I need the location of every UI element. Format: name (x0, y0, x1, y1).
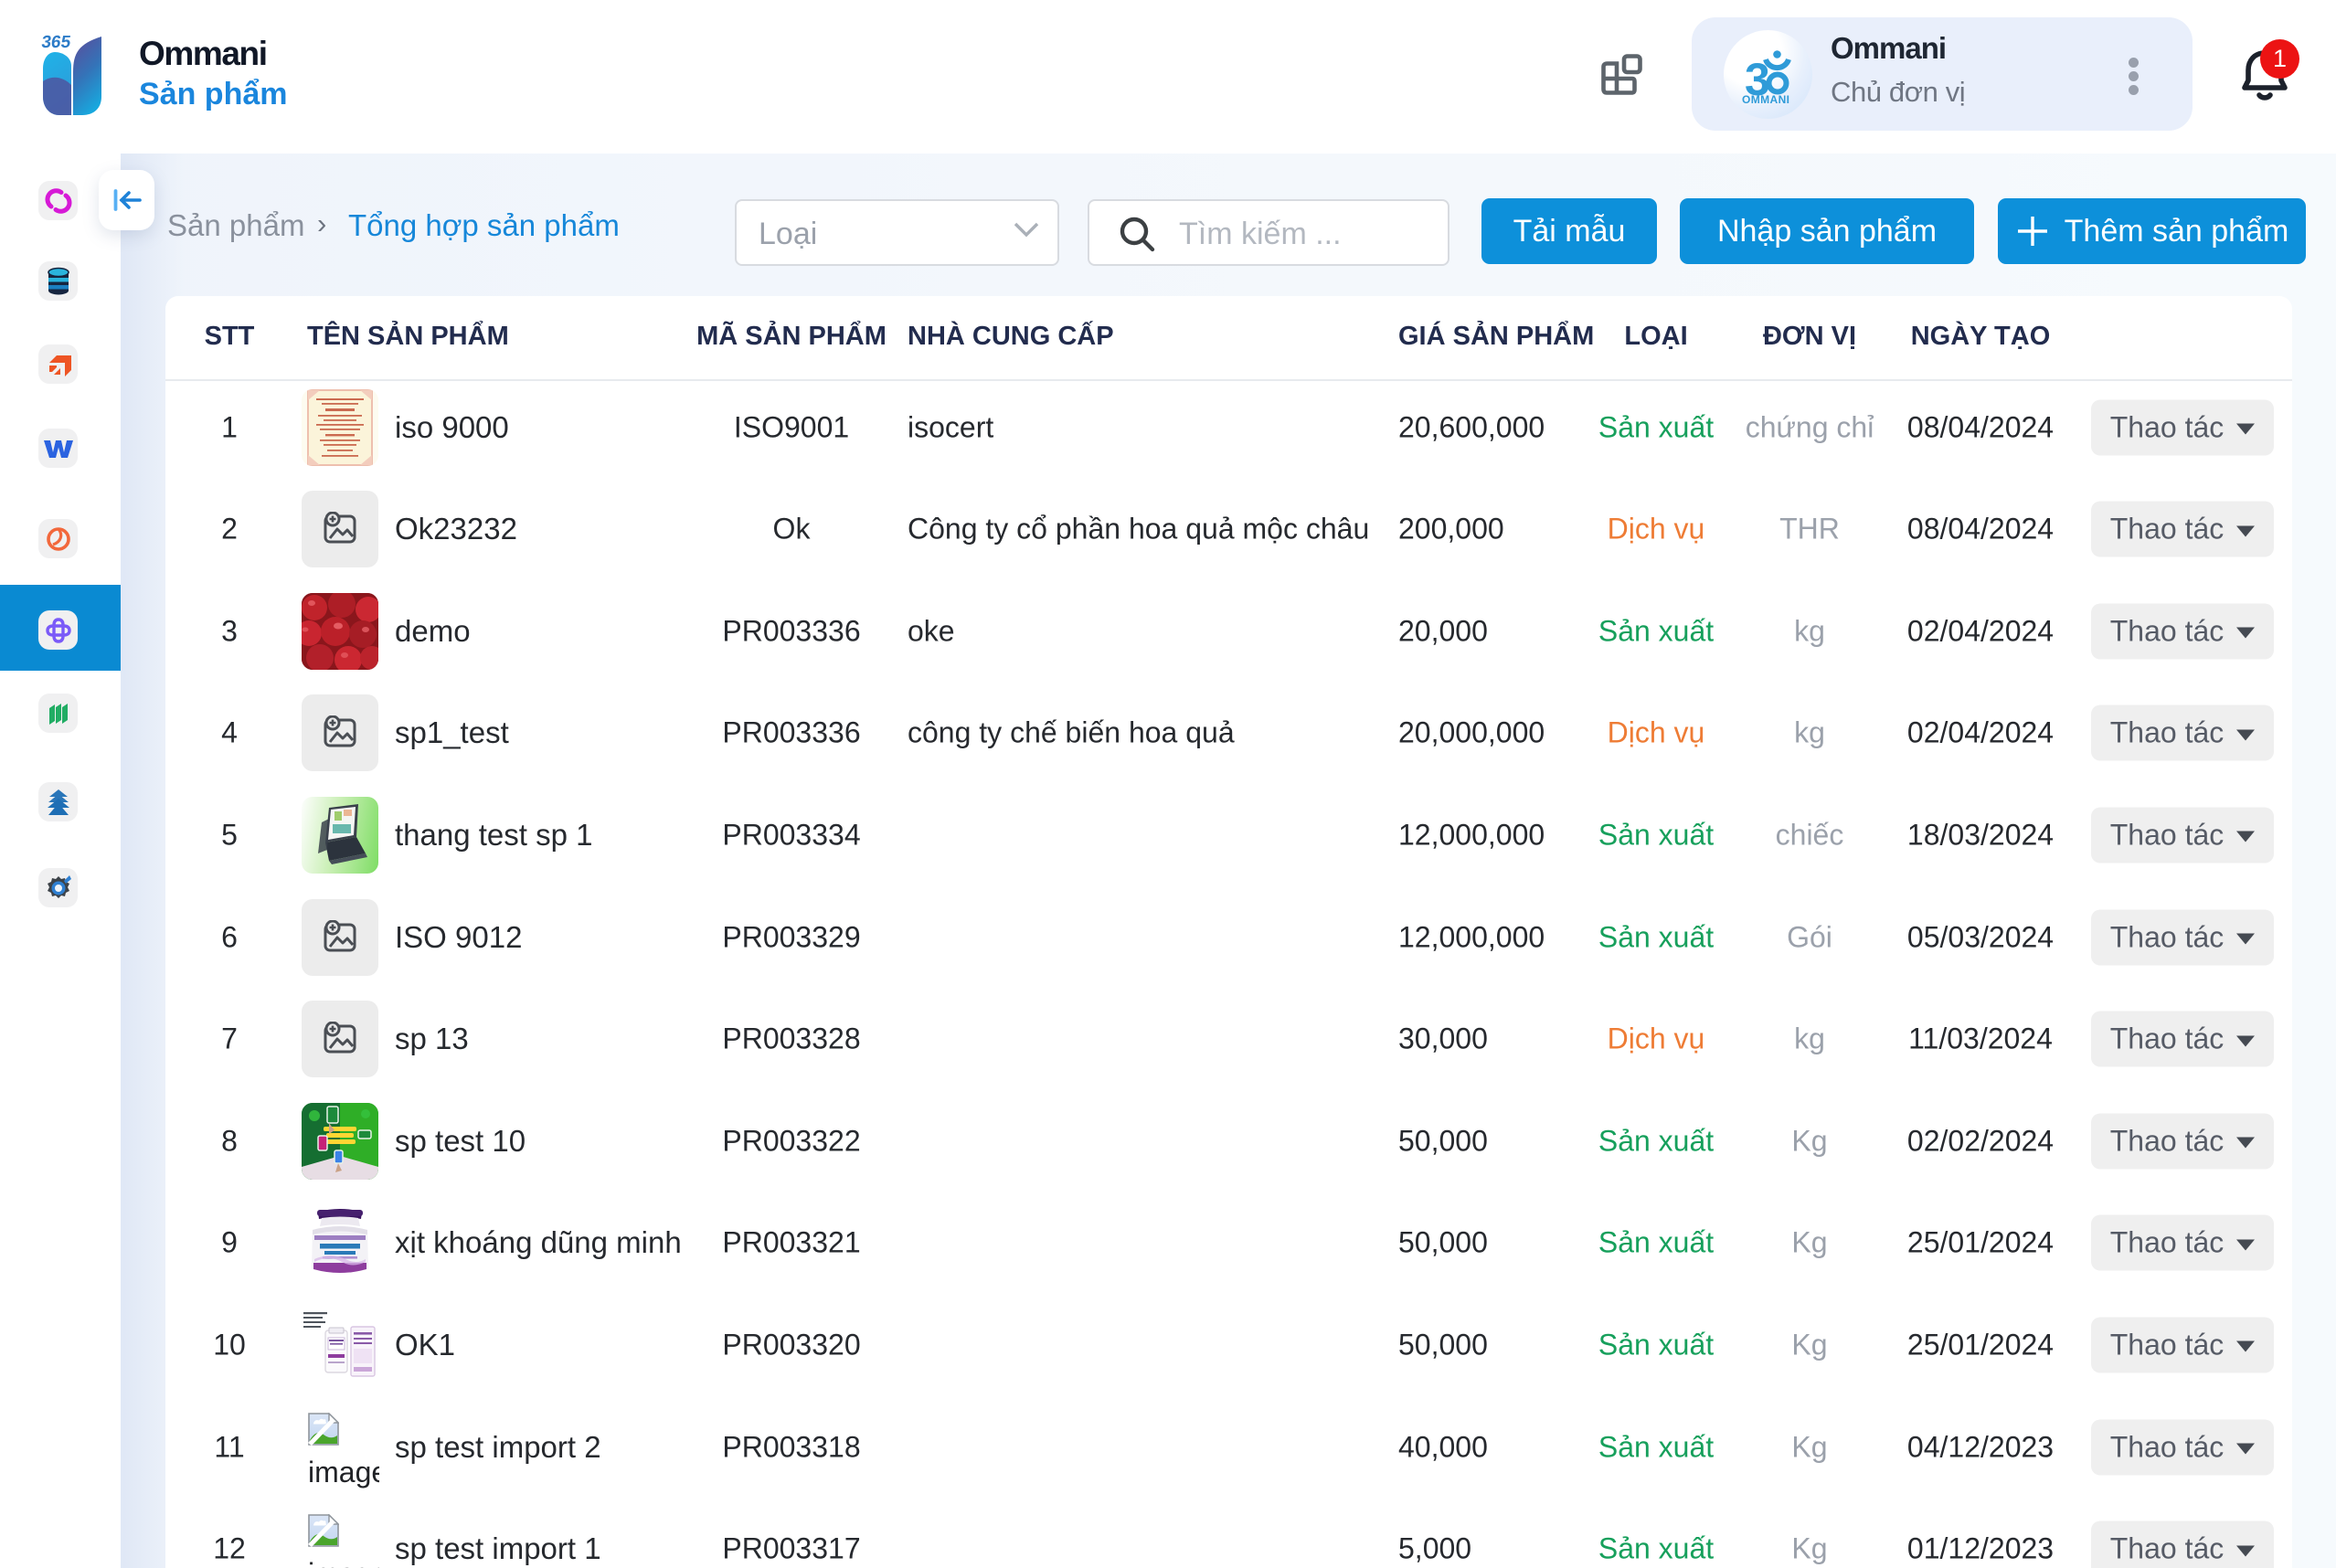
svg-text:365: 365 (40, 33, 72, 52)
svg-text:OMMANI: OMMANI (1742, 93, 1789, 106)
